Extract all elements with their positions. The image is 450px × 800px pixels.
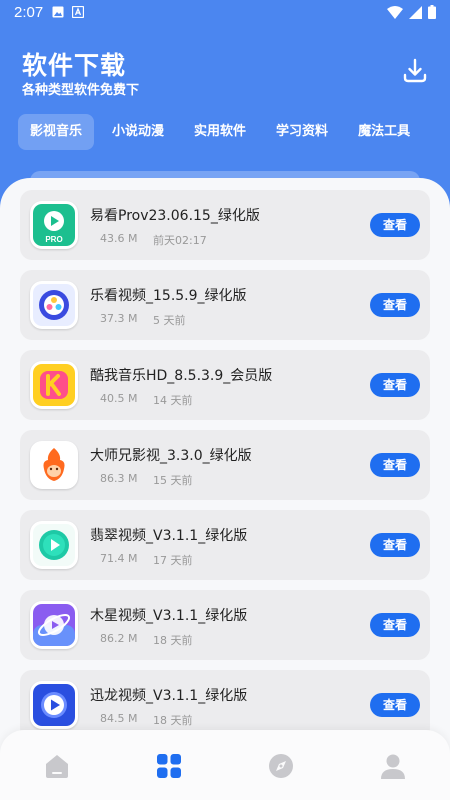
signal-icon: [409, 5, 422, 19]
app-time: 18 天前: [153, 634, 193, 647]
app-size: 43.6 M: [100, 232, 138, 245]
tab-video-music[interactable]: 影视音乐: [18, 114, 95, 150]
category-tabs: 影视音乐 小说动漫 实用软件 学习资料 魔法工具: [18, 114, 428, 150]
bottom-navigation: [0, 730, 450, 800]
view-button[interactable]: 查看: [370, 533, 420, 557]
app-size: 71.4 M: [100, 552, 138, 565]
a-icon: [72, 6, 84, 18]
nav-apps[interactable]: [155, 752, 183, 780]
download-icon: [403, 58, 427, 83]
kuwo-music-icon: [30, 361, 78, 409]
view-button[interactable]: 查看: [370, 613, 420, 637]
app-time: 18 天前: [153, 714, 193, 727]
page-title: 软件下载: [22, 51, 127, 80]
app-name: 易看Prov23.06.15_绿化版: [90, 208, 260, 224]
app-name: 木星视频_V3.1.1_绿化版: [90, 608, 248, 624]
app-list: PRO 易看Prov23.06.15_绿化版 43.6 M 前天02:17 查看…: [20, 190, 430, 750]
battery-icon: [428, 5, 436, 19]
app-size: 37.3 M: [100, 312, 138, 325]
app-time: 15 天前: [153, 474, 193, 487]
tab-utility-software[interactable]: 实用软件: [182, 114, 258, 150]
list-item[interactable]: PRO 易看Prov23.06.15_绿化版 43.6 M 前天02:17 查看: [20, 190, 430, 260]
app-name: 乐看视频_15.5.9_绿化版: [90, 288, 247, 304]
app-size: 86.3 M: [100, 472, 138, 485]
app-time: 14 天前: [153, 394, 193, 407]
list-item[interactable]: 木星视频_V3.1.1_绿化版 86.2 M 18 天前 查看: [20, 590, 430, 660]
app-time: 17 天前: [153, 554, 193, 567]
app-size: 86.2 M: [100, 632, 138, 645]
view-button[interactable]: 查看: [370, 693, 420, 717]
user-icon: [381, 754, 405, 779]
app-name: 迅龙视频_V3.1.1_绿化版: [90, 688, 248, 704]
feicui-video-icon: [30, 521, 78, 569]
tab-study-materials[interactable]: 学习资料: [264, 114, 340, 150]
view-button[interactable]: 查看: [370, 453, 420, 477]
home-icon: [46, 755, 68, 778]
nav-discover[interactable]: [267, 752, 295, 780]
app-name: 翡翠视频_V3.1.1_绿化版: [90, 528, 248, 544]
view-button[interactable]: 查看: [370, 293, 420, 317]
page-subtitle: 各种类型软件免费下: [22, 83, 140, 98]
list-item[interactable]: 翡翠视频_V3.1.1_绿化版 71.4 M 17 天前 查看: [20, 510, 430, 580]
xunlong-video-icon: [30, 681, 78, 729]
image-icon: [52, 6, 64, 18]
grid-icon: [157, 754, 181, 778]
app-time: 前天02:17: [153, 234, 207, 247]
status-bar: 2:07: [0, 0, 450, 24]
download-button[interactable]: [400, 56, 430, 86]
tab-novel-anime[interactable]: 小说动漫: [100, 114, 176, 150]
status-time: 2:07: [14, 4, 44, 21]
app-size: 84.5 M: [100, 712, 138, 725]
view-button[interactable]: 查看: [370, 213, 420, 237]
svg-text:PRO: PRO: [45, 235, 62, 244]
app-name: 大师兄影视_3.3.0_绿化版: [90, 448, 252, 464]
tab-magic-tools[interactable]: 魔法工具: [346, 114, 422, 150]
nav-home[interactable]: [43, 752, 71, 780]
app-size: 40.5 M: [100, 392, 138, 405]
compass-icon: [269, 754, 293, 778]
muxing-video-icon: [30, 601, 78, 649]
app-name: 酷我音乐HD_8.5.3.9_会员版: [90, 368, 273, 384]
nav-profile[interactable]: [379, 752, 407, 780]
list-item[interactable]: 大师兄影视_3.3.0_绿化版 86.3 M 15 天前 查看: [20, 430, 430, 500]
yikan-pro-icon: PRO: [30, 201, 78, 249]
app-screen: 2:07 软件下载 各种类型软件免费下 影视音乐 小说动漫 实用软件 学习资料 …: [0, 0, 450, 800]
list-item[interactable]: 酷我音乐HD_8.5.3.9_会员版 40.5 M 14 天前 查看: [20, 350, 430, 420]
dashixiong-icon: [30, 441, 78, 489]
wifi-icon: [387, 5, 403, 19]
list-item[interactable]: 乐看视频_15.5.9_绿化版 37.3 M 5 天前 查看: [20, 270, 430, 340]
lekan-video-icon: [30, 281, 78, 329]
view-button[interactable]: 查看: [370, 373, 420, 397]
app-time: 5 天前: [153, 314, 186, 327]
